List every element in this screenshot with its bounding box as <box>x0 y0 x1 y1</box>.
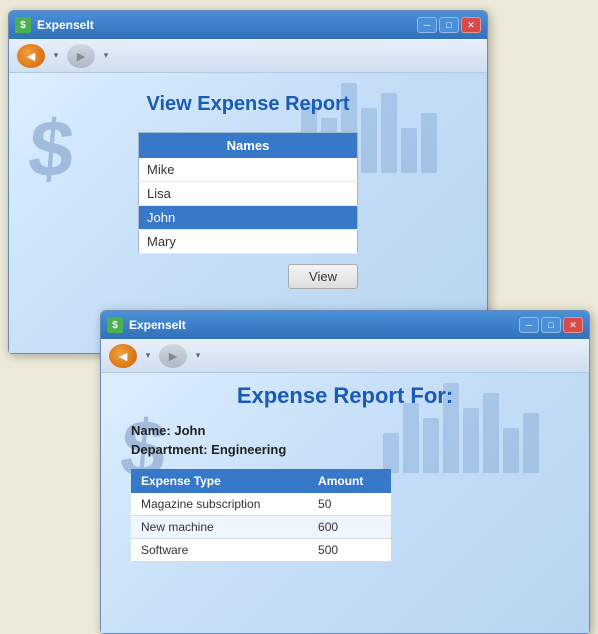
page-title-1: View Expense Report <box>9 73 487 132</box>
names-row-mike[interactable]: Mike <box>139 158 358 182</box>
expense-type-cell-1: New machine <box>131 516 308 539</box>
window-title-1: ExpenseIt <box>37 18 411 32</box>
expense-amount-cell-1: 600 <box>308 516 391 539</box>
view-btn-container: View <box>138 264 358 289</box>
minimize-button-1[interactable]: ─ <box>417 17 437 33</box>
expense-amount-cell-0: 50 <box>308 493 391 516</box>
back-button-2[interactable]: ◄ <box>109 344 137 368</box>
maximize-button-2[interactable]: □ <box>541 317 561 333</box>
forward-dropdown-2[interactable]: ▾ <box>191 344 205 368</box>
back-dropdown-1[interactable]: ▾ <box>49 44 63 68</box>
forward-button-2[interactable]: ► <box>159 344 187 368</box>
forward-button-1[interactable]: ► <box>67 44 95 68</box>
close-button-2[interactable]: ✕ <box>563 317 583 333</box>
expense-type-header: Expense Type <box>131 469 308 493</box>
names-row-lisa[interactable]: Lisa <box>139 182 358 206</box>
app-icon-1: $ <box>15 17 31 33</box>
names-row-john[interactable]: John <box>139 206 358 230</box>
report-info: Name: John Department: Engineering <box>131 423 559 457</box>
report-window: $ ExpenseIt ─ □ ✕ ◄ ▾ ► ▾ $ Expense Repo… <box>100 310 590 634</box>
view-button[interactable]: View <box>288 264 358 289</box>
expense-row-2: Software500 <box>131 539 391 562</box>
main-window: $ ExpenseIt ─ □ ✕ ◄ ▾ ► ▾ $ View Expense… <box>8 10 488 354</box>
names-table: Names MikeLisaJohnMary <box>138 132 358 254</box>
report-section: Expense Report For: Name: John Departmen… <box>101 373 589 582</box>
expense-row-1: New machine600 <box>131 516 391 539</box>
back-dropdown-2[interactable]: ▾ <box>141 344 155 368</box>
expense-type-cell-2: Software <box>131 539 308 562</box>
back-button-1[interactable]: ◄ <box>17 44 45 68</box>
title-bar-2: $ ExpenseIt ─ □ ✕ <box>101 311 589 339</box>
maximize-button-1[interactable]: □ <box>439 17 459 33</box>
app-icon-2: $ <box>107 317 123 333</box>
toolbar-2: ◄ ▾ ► ▾ <box>101 339 589 373</box>
title-controls-2: ─ □ ✕ <box>519 317 583 333</box>
title-bar-1: $ ExpenseIt ─ □ ✕ <box>9 11 487 39</box>
names-container: Names MikeLisaJohnMary <box>138 132 358 254</box>
report-title: Expense Report For: <box>131 383 559 409</box>
minimize-button-2[interactable]: ─ <box>519 317 539 333</box>
expense-table-header-row: Expense Type Amount <box>131 469 391 493</box>
expense-type-cell-0: Magazine subscription <box>131 493 308 516</box>
forward-dropdown-1[interactable]: ▾ <box>99 44 113 68</box>
report-name: Name: John <box>131 423 559 438</box>
expense-amount-cell-2: 500 <box>308 539 391 562</box>
close-button-1[interactable]: ✕ <box>461 17 481 33</box>
content-area-2: $ Expense Report For: Name: John Departm… <box>101 373 589 633</box>
toolbar-1: ◄ ▾ ► ▾ <box>9 39 487 73</box>
names-row-mary[interactable]: Mary <box>139 230 358 254</box>
title-controls-1: ─ □ ✕ <box>417 17 481 33</box>
expense-table: Expense Type Amount Magazine subscriptio… <box>131 469 391 562</box>
report-department: Department: Engineering <box>131 442 559 457</box>
names-column-header: Names <box>139 133 358 159</box>
expense-row-0: Magazine subscription50 <box>131 493 391 516</box>
window-title-2: ExpenseIt <box>129 318 513 332</box>
expense-amount-header: Amount <box>308 469 391 493</box>
